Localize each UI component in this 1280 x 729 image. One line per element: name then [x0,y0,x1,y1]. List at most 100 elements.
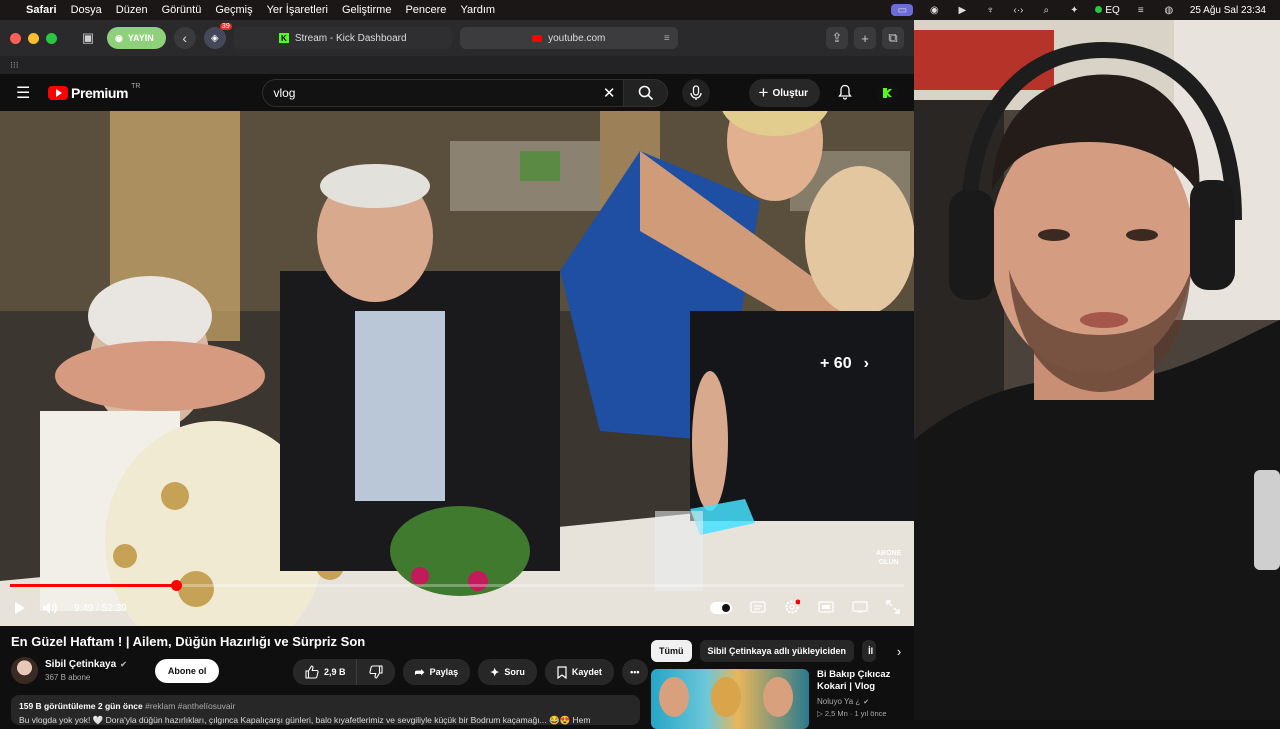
ask-label: Soru [504,667,525,677]
recommended-thumbnail[interactable] [651,669,809,729]
recommended-channel: Noluyo Ya ¿ ✔ [817,697,907,706]
channel-name[interactable]: Sibil Çetinkaya ✔ [45,659,127,670]
voice-search-button[interactable] [682,79,711,107]
eq-dot-icon [1095,5,1103,13]
notifications-bell-icon[interactable] [838,84,852,103]
create-button[interactable]: + Oluştur [748,79,820,107]
description-box[interactable]: 159 B görüntüleme 2 gün önce #reklam #an… [11,695,640,725]
close-window-button[interactable] [10,32,21,44]
search-input[interactable]: vlog ✕ [262,79,625,107]
extension-button[interactable]: ◈ 39 [203,23,232,49]
subscribe-button[interactable]: Abone ol [154,658,220,683]
siri-icon[interactable]: ◍ [1162,4,1176,16]
menu-clock[interactable]: 25 Ağu Sal 23:34 [1190,5,1266,16]
menu-item-help[interactable]: Yardım [460,4,495,16]
account-avatar[interactable] [876,82,898,104]
more-actions-button[interactable]: ••• [621,659,648,685]
skip-forward-button[interactable]: + 60 › [820,355,869,373]
logo-region: TR [131,83,141,90]
description-text: Bu vlogda yok yok! 🤍 Dora'yla düğün hazı… [19,715,591,725]
code-icon[interactable]: ‹·› [1011,4,1025,16]
recommended-video[interactable]: Bi Bakıp Çıkıcaz Kokari | Vlog Noluyo Ya… [651,669,907,729]
volume-icon [43,602,57,614]
create-label: Oluştur [772,87,808,99]
tab-label: youtube.com [548,32,606,44]
thumbnail-face-left [659,677,689,717]
watermark-line2: OLUN [878,559,899,566]
subscribe-watermark[interactable]: ABONE OLUN [876,549,901,567]
recommended-title[interactable]: Bi Bakıp Çıkıcaz Kokari | Vlog [817,669,907,693]
chip-all[interactable]: Tümü [651,640,692,662]
tab-kick-dashboard[interactable]: K Stream - Kick Dashboard [233,27,452,49]
clear-search-icon[interactable]: ✕ [603,84,616,102]
dislike-button[interactable] [355,659,395,685]
youtube-header: ☰ Premium TR vlog ✕ + Oluştur [0,74,914,112]
more-horizontal-icon: ••• [630,667,640,677]
search-button[interactable] [624,79,669,107]
channel-avatar[interactable] [11,657,38,684]
menu-item-history[interactable]: Geçmiş [215,4,252,16]
app-tray-icon[interactable]: ♆ [983,4,997,16]
volume-button[interactable] [42,601,58,615]
youtube-logo[interactable]: Premium TR [48,83,141,101]
tab-overview-icon[interactable]: ⧉ [882,27,904,49]
progress-bar[interactable] [10,580,904,591]
like-button[interactable]: 2,9 B [293,659,356,685]
share-button[interactable]: ➦ Paylaş [402,659,471,685]
video-player[interactable]: + 60 › ABONE OLUN 9:49 / 52:39 [0,111,914,626]
webcam-image [914,20,1280,720]
eq-status[interactable]: EQ [1095,5,1120,16]
new-tab-icon[interactable]: + [854,27,876,49]
back-button[interactable]: ‹ [173,27,196,49]
recommended-channel-name: Noluyo Ya ¿ [817,697,861,706]
recommended-meta: ▷ 2,5 Mn · 1 yıl önce [817,709,887,718]
progress-fill [10,584,177,587]
video-title: En Güzel Haftam ! | Ailem, Düğün Hazırlı… [11,634,366,649]
theater-mode-icon[interactable] [852,600,868,616]
yayin-label: YAYIN [127,33,154,43]
screen-share-icon[interactable]: ▭ [891,4,914,16]
hashtags[interactable]: #reklam #anthelíosuvair [145,701,235,711]
save-button[interactable]: Kaydet [544,659,614,685]
sparkle-icon[interactable]: ✦ [1067,4,1081,16]
window-controls [10,32,57,44]
autoplay-toggle[interactable] [710,602,732,614]
sidebar-toggle-icon[interactable]: ▣ [77,27,99,49]
hamburger-menu-icon[interactable]: ☰ [16,83,40,103]
thumbnail-cat [711,677,741,717]
menu-app-name[interactable]: Safari [26,4,57,16]
menu-item-file[interactable]: Dosya [71,4,102,16]
minimize-window-button[interactable] [28,32,39,44]
tab-youtube[interactable]: youtube.com ≡ [459,27,678,49]
chip-related[interactable]: İl [862,640,877,662]
spotlight-search-icon[interactable]: ⌕ [1039,4,1053,16]
miniplayer-icon[interactable] [818,600,834,616]
reader-icon[interactable]: ≡ [664,33,670,44]
control-center-icon[interactable]: ≡ [1134,4,1148,16]
views-and-date: 159 B görüntüleme 2 gün önce [19,701,143,711]
share-icon[interactable]: ⇪ [826,27,848,49]
chevron-right-icon: › [863,355,869,372]
sparkle-icon: ✦ [490,666,500,679]
play-circle-icon[interactable]: ▶ [955,4,969,16]
obs-icon[interactable]: ◉ [927,4,941,16]
settings-gear-icon[interactable] [784,599,801,618]
youtube-favicon-icon [532,34,543,42]
menu-item-window[interactable]: Pencere [405,4,446,16]
fullscreen-icon[interactable] [886,599,900,617]
search-icon [638,85,654,101]
chips-next-chevron-icon[interactable]: › [888,640,910,662]
menu-item-view[interactable]: Görüntü [162,4,202,16]
kick-logo-icon: K [278,33,289,43]
zoom-window-button[interactable] [46,32,57,44]
play-button[interactable] [14,601,26,615]
chip-from-uploader[interactable]: Sibil Çetinkaya adlı yükleyiciden [699,640,855,662]
menu-item-edit[interactable]: Düzen [116,4,148,16]
yayin-extension-button[interactable]: ◉ YAYIN [107,27,166,49]
ask-button[interactable]: ✦ Soru [478,659,537,685]
grid-icon[interactable]: ⁝⁝⁝ [10,60,19,71]
menu-item-bookmarks[interactable]: Yer İşaretleri [267,4,328,16]
captions-icon[interactable] [750,600,766,616]
subscriber-count: 367 B abone [45,673,91,682]
menu-item-develop[interactable]: Geliştirme [342,4,392,16]
